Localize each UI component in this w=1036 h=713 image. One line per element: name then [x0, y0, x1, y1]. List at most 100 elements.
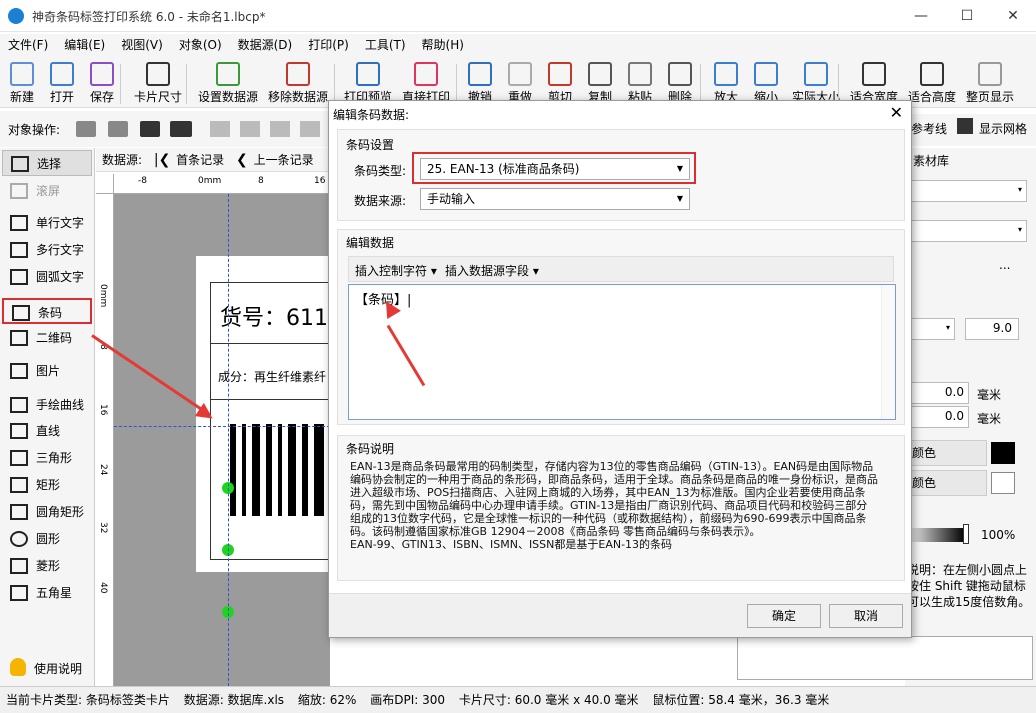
layer-up-icon[interactable]	[76, 121, 96, 137]
description-scrollbar[interactable]	[888, 460, 900, 574]
menu-view[interactable]: 视图(V)	[113, 34, 171, 56]
ruler-h-tick: 16	[314, 176, 326, 186]
tool-label: 三角形	[36, 451, 73, 465]
cancel-button[interactable]: 取消	[829, 604, 903, 628]
insert-control-char-menu[interactable]: 插入控制字符 ▾	[355, 262, 437, 279]
opacity-value: 100%	[981, 528, 1016, 542]
barcode-description-text: EAN-13是商品条码最常用的码制类型，存储内容为13位的零售商品编码（GTIN…	[350, 460, 878, 551]
font-size-field[interactable]: 9.0	[965, 318, 1019, 340]
align-center-icon[interactable]	[240, 121, 260, 137]
datasource-nav-bar: 数据源: |❮ 首条记录 ❮ 上一条记录	[96, 148, 330, 172]
app-logo-icon	[8, 8, 24, 24]
guides-toggle[interactable]: 参考线	[911, 120, 947, 137]
menu-datasource[interactable]: 数据源(D)	[230, 34, 301, 56]
show-grid-toggle[interactable]: 显示网格	[979, 120, 1027, 137]
line-color-swatch[interactable]	[991, 442, 1015, 464]
fill-color-button[interactable]: 颜色	[905, 470, 987, 496]
barcode-data-textarea[interactable]: 【条码】|	[348, 284, 896, 420]
first-record-icon: |❮	[153, 152, 171, 168]
x-position-field[interactable]: 0.0	[905, 382, 969, 404]
tool-pen[interactable]: 手绘曲线	[2, 392, 92, 418]
opacity-slider[interactable]	[905, 528, 965, 542]
menu-edit[interactable]: 编辑(E)	[56, 34, 113, 56]
tool-multi-text[interactable]: 多行文字	[2, 237, 92, 263]
toolbar-button-fit-height[interactable]: 适合高度	[904, 60, 960, 106]
prev-record-button[interactable]: 上一条记录	[254, 153, 314, 167]
toolbar-separator	[456, 64, 457, 104]
toolbar-button-full-page[interactable]: 整页显示	[962, 60, 1018, 106]
layer-bottom-icon[interactable]	[170, 121, 192, 137]
more-options-button[interactable]: ...	[999, 258, 1010, 272]
toolbar-button-card-size[interactable]: 卡片尺寸	[130, 60, 186, 106]
data-source-select[interactable]: 手动输入 ▼	[420, 188, 690, 210]
tool-triangle[interactable]: 三角形	[2, 445, 92, 471]
first-record-button[interactable]: 首条记录	[176, 153, 224, 167]
horizontal-ruler: -8 0mm 8 16	[114, 174, 330, 194]
barcode-type-select[interactable]: 25. EAN-13 (标准商品条码) ▼	[420, 158, 690, 180]
menu-tools[interactable]: 工具(T)	[357, 34, 414, 56]
maximize-button[interactable]: ☐	[944, 0, 990, 32]
property-select-2[interactable]: ▾	[909, 220, 1027, 242]
help-button[interactable]: 使用说明	[6, 656, 90, 680]
rounded-rect-icon	[10, 504, 28, 520]
align-left-icon[interactable]	[210, 121, 230, 137]
tool-label: 圆弧文字	[36, 270, 85, 284]
status-mouse-position: 鼠标位置: 58.4 毫米，36.3 毫米	[652, 693, 830, 707]
tool-circle[interactable]: 圆形	[2, 526, 92, 552]
multi-text-icon	[10, 242, 28, 258]
insert-datasource-field-menu[interactable]: 插入数据源字段 ▾	[445, 262, 539, 279]
tool-single-text[interactable]: 单行文字	[2, 210, 92, 236]
menu-print[interactable]: 打印(P)	[300, 34, 357, 56]
triangle-icon	[10, 450, 28, 466]
menu-help[interactable]: 帮助(H)	[414, 34, 472, 56]
toolbar-button-set-datasource[interactable]: 设置数据源	[194, 60, 262, 106]
tool-rectangle[interactable]: 矩形	[2, 472, 92, 498]
y-position-field[interactable]: 0.0	[905, 406, 969, 428]
line-icon	[10, 423, 28, 439]
design-canvas[interactable]: 货号：611 成分：再生纤维素纤	[114, 194, 330, 686]
textarea-scrollbar[interactable]	[881, 285, 895, 419]
tool-barcode[interactable]: 条码	[2, 298, 92, 324]
layer-top-icon[interactable]	[140, 121, 160, 137]
label-card[interactable]: 货号：611 成分：再生纤维素纤	[196, 256, 330, 618]
material-tab[interactable]: 素材库	[913, 152, 949, 169]
tool-hand[interactable]: 滚屏	[2, 178, 92, 204]
fill-color-swatch[interactable]	[991, 472, 1015, 494]
toolbar-button-remove-datasource[interactable]: 移除数据源	[264, 60, 332, 106]
align-top-icon[interactable]	[300, 121, 320, 137]
tool-line[interactable]: 直线	[2, 418, 92, 444]
card-title-text[interactable]: 货号：611	[220, 300, 330, 332]
toolbar-button-new-file[interactable]: 新建	[6, 60, 38, 106]
tool-qrcode[interactable]: 二维码	[2, 325, 92, 351]
tool-star[interactable]: 五角星	[2, 580, 92, 606]
tool-arc-text[interactable]: 圆弧文字	[2, 264, 92, 290]
menu-object[interactable]: 对象(O)	[171, 34, 230, 56]
guide-line-horizontal[interactable]	[114, 426, 330, 427]
layer-down-icon[interactable]	[108, 121, 128, 137]
font-name-select[interactable]: ▾	[905, 318, 955, 340]
guide-line-vertical[interactable]	[228, 194, 229, 686]
property-select-1[interactable]: ▾	[909, 180, 1027, 202]
menu-file[interactable]: 文件(F)	[0, 34, 56, 56]
line-color-button[interactable]: 颜色	[905, 440, 987, 466]
tool-cursor[interactable]: 选择	[2, 150, 92, 176]
ok-button[interactable]: 确定	[747, 604, 821, 628]
print-icon	[414, 62, 438, 86]
minimize-button[interactable]: —	[898, 0, 944, 32]
tool-rounded-rect[interactable]: 圆角矩形	[2, 499, 92, 525]
card-composition-text[interactable]: 成分：再生纤维素纤	[218, 368, 330, 385]
align-right-icon[interactable]	[270, 121, 290, 137]
barcode-settings-label: 条码设置	[346, 138, 395, 152]
close-button[interactable]: ✕	[990, 0, 1036, 32]
tool-diamond[interactable]: 菱形	[2, 553, 92, 579]
barcode-object[interactable]	[228, 424, 330, 520]
toolbar-label: 保存	[89, 90, 114, 104]
tool-image[interactable]: 图片	[2, 358, 92, 384]
dialog-close-button[interactable]: ✕	[890, 103, 903, 122]
dropdown-arrow-icon: ▼	[676, 194, 683, 203]
cut-icon	[548, 62, 572, 86]
toolbar-button-open[interactable]: 打开	[46, 60, 78, 106]
tool-panel: 使用说明 选择 滚屏 单行文字 多行文字 圆弧文字 条码 二维码 图片 手绘曲线 直线 三角形 矩形圆…	[0, 148, 95, 686]
opacity-slider-thumb[interactable]	[963, 524, 969, 544]
toolbar-button-save[interactable]: 保存	[86, 60, 118, 106]
